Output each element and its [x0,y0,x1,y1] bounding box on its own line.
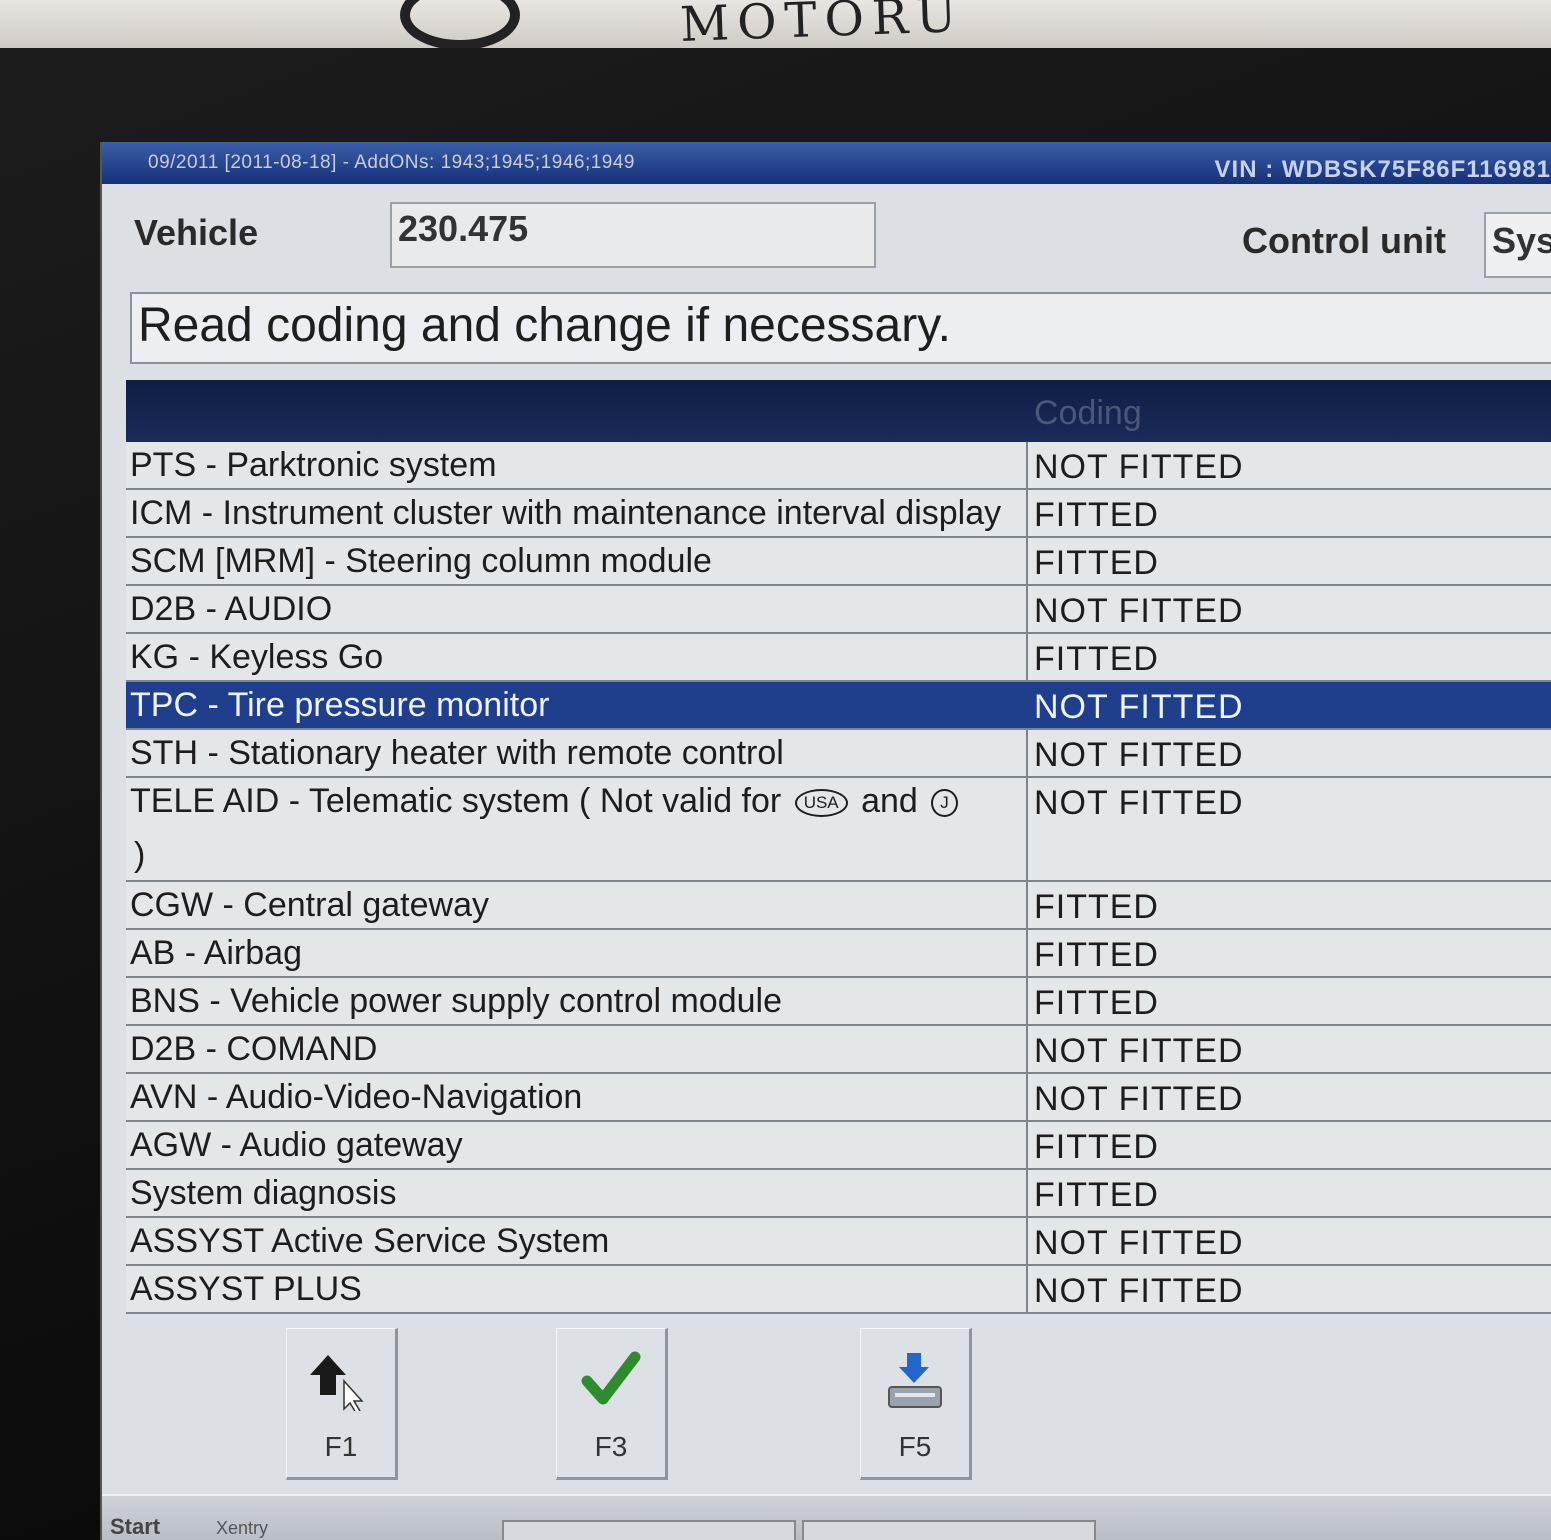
row-coding-value: NOT FITTED [1034,1272,1244,1310]
coding-table: Coding PTS - Parktronic system NOT FITTED… [126,380,1551,1314]
checkmark-icon [557,1351,665,1412]
table-row[interactable]: STH - Stationary heater with remote cont… [126,730,1551,778]
row-coding-value: NOT FITTED [1034,784,1244,822]
row-coding-value: FITTED [1034,1176,1159,1214]
row-name: ICM - Instrument cluster with maintenanc… [130,494,1002,532]
row-name: ASSYST Active Service System [130,1222,610,1260]
f1-label: F1 [324,1431,358,1462]
print-icon [861,1351,969,1420]
table-row[interactable]: TELE AID - Telematic system ( Not valid … [126,778,1551,882]
row-name: AGW - Audio gateway [130,1126,463,1164]
table-row[interactable]: AGW - Audio gateway FITTED [126,1122,1551,1170]
row-name: CGW - Central gateway [130,886,489,924]
taskbar-window-2[interactable] [802,1520,1096,1540]
table-header: Coding [126,380,1551,442]
vehicle-field: 230.475 [390,202,876,268]
addons-info: 09/2011 [2011-08-18] - AddONs: 1943;1945… [148,152,635,173]
table-row-selected[interactable]: TPC - Tire pressure monitor NOT FITTED [126,682,1551,730]
row-name: TELE AID - Telematic system ( Not valid … [130,782,962,821]
row-name: AB - Airbag [130,934,302,972]
table-row[interactable]: AVN - Audio-Video-Navigation NOT FITTED [126,1074,1551,1122]
f1-button[interactable]: F1 [286,1328,398,1480]
arrow-up-icon [287,1351,395,1416]
title-bar: 09/2011 [2011-08-18] - AddONs: 1943;1945… [102,142,1551,184]
row-name: KG - Keyless Go [130,638,384,676]
row-name: STH - Stationary heater with remote cont… [130,734,784,772]
row-name: System diagnosis [130,1174,397,1212]
row-coding-value: FITTED [1034,640,1159,678]
f5-label: F5 [898,1431,932,1462]
row-coding-value: FITTED [1034,544,1159,582]
logo-mark [400,0,520,48]
coding-column-header: Coding [1034,394,1142,432]
table-row[interactable]: ICM - Instrument cluster with maintenanc… [126,490,1551,538]
row-name: ASSYST PLUS [130,1270,362,1308]
row-coding-value: NOT FITTED [1034,688,1244,726]
row-coding-value: NOT FITTED [1034,1032,1244,1070]
table-row[interactable]: BNS - Vehicle power supply control modul… [126,978,1551,1026]
table-row[interactable]: ASSYST PLUS NOT FITTED [126,1266,1551,1314]
row-name: TPC - Tire pressure monitor [130,686,550,724]
row-coding-value: NOT FITTED [1034,1080,1244,1118]
f3-button[interactable]: F3 [556,1328,668,1480]
table-row[interactable]: PTS - Parktronic system NOT FITTED [126,442,1551,490]
row-coding-value: NOT FITTED [1034,448,1244,486]
f5-button[interactable]: F5 [860,1328,972,1480]
row-coding-value: FITTED [1034,888,1159,926]
row-name: D2B - COMAND [130,1030,378,1068]
table-row[interactable]: System diagnosis FITTED [126,1170,1551,1218]
row-name: PTS - Parktronic system [130,446,497,484]
table-row[interactable]: SCM [MRM] - Steering column module FITTED [126,538,1551,586]
table-row[interactable]: AB - Airbag FITTED [126,930,1551,978]
control-unit-field: Sys [1484,212,1551,278]
row-name-and: and [861,782,918,820]
table-row[interactable]: D2B - COMAND NOT FITTED [126,1026,1551,1074]
row-coding-value: FITTED [1034,984,1159,1022]
table-row[interactable]: D2B - AUDIO NOT FITTED [126,586,1551,634]
table-row[interactable]: KG - Keyless Go FITTED [126,634,1551,682]
taskbar: Start Xentry [102,1494,1551,1540]
row-coding-value: NOT FITTED [1034,592,1244,630]
usa-badge-icon: USA [794,789,848,818]
vehicle-label: Vehicle [134,212,259,253]
taskbar-xentry[interactable]: Xentry [216,1518,268,1539]
start-button[interactable]: Start [110,1514,160,1540]
row-name-close: ) [134,836,146,874]
instruction-text: Read coding and change if necessary. [130,292,1551,364]
japan-badge-icon: J [931,789,958,818]
taskbar-window-1[interactable] [502,1520,796,1540]
row-name-text: TELE AID - Telematic system ( Not valid … [130,782,782,820]
row-name: BNS - Vehicle power supply control modul… [130,982,782,1020]
row-name: D2B - AUDIO [130,590,333,628]
row-coding-value: FITTED [1034,496,1159,534]
vin-display: VIN : WDBSK75F86F116981 [1214,156,1551,183]
row-name: AVN - Audio-Video-Navigation [130,1078,583,1116]
control-unit-label: Control unit [1242,220,1446,261]
logo-text: MOTORU [679,0,966,48]
row-coding-value: FITTED [1034,936,1159,974]
row-coding-value: NOT FITTED [1034,736,1244,774]
row-coding-value: NOT FITTED [1034,1224,1244,1262]
table-row[interactable]: CGW - Central gateway FITTED [126,882,1551,930]
row-coding-value: FITTED [1034,1128,1159,1166]
row-name: SCM [MRM] - Steering column module [130,542,712,580]
app-window: 09/2011 [2011-08-18] - AddONs: 1943;1945… [100,142,1551,1540]
table-row[interactable]: ASSYST Active Service System NOT FITTED [126,1218,1551,1266]
photo-background-top: MOTORU [0,0,1551,48]
f3-label: F3 [594,1431,628,1462]
